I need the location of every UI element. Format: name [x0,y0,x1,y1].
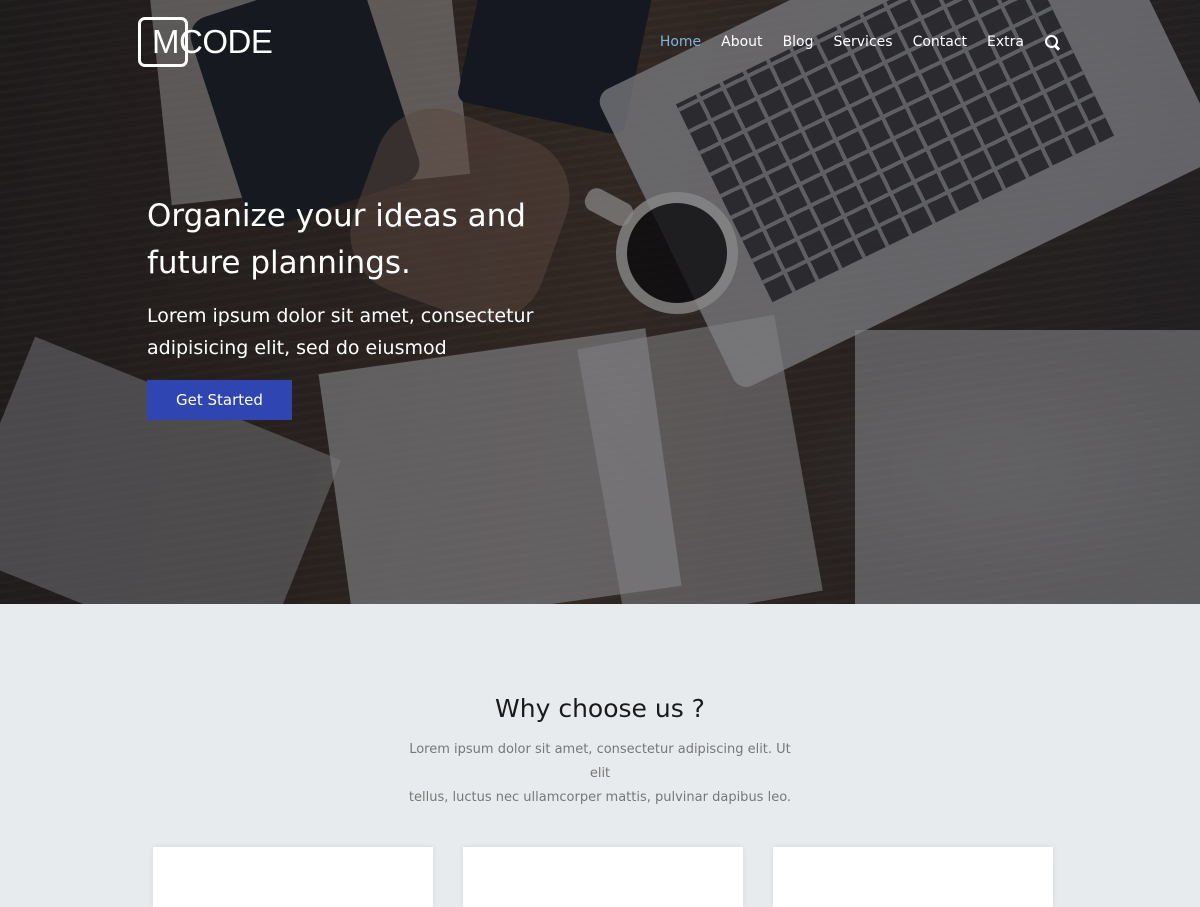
hero-title: Organize your ideas and future plannings… [147,193,667,287]
why-choose-us-section: Why choose us ? Lorem ipsum dolor sit am… [0,604,1200,907]
nav-item-about[interactable]: About [721,30,762,54]
section-description-line: Lorem ipsum dolor sit amet, consectetur … [409,742,791,781]
hero-subtitle: Lorem ipsum dolor sit amet, consectetur … [147,300,667,364]
brand-logo[interactable]: MCODE [138,17,273,67]
nav-item-services[interactable]: Services [834,30,893,54]
hero-section: MCODE Home About Blog Services Contact E… [0,0,1200,604]
get-started-button[interactable]: Get Started [147,380,292,420]
nav-item-contact[interactable]: Contact [913,30,967,54]
hero-content: Organize your ideas and future plannings… [147,193,667,420]
nav-item-extra[interactable]: Extra [987,30,1024,54]
section-description-line: tellus, luctus nec ullamcorper mattis, p… [408,790,792,805]
nav-item-home[interactable]: Home [660,30,701,54]
nav-item-blog[interactable]: Blog [783,30,814,54]
top-navigation: MCODE Home About Blog Services Contact E… [0,0,1200,84]
feature-card [773,847,1053,907]
main-menu: Home About Blog Services Contact Extra [660,30,1060,54]
section-title: Why choose us ? [495,694,705,723]
hero-subtitle-line: adipisicing elit, sed do eiusmod [147,337,447,359]
logo-text: MCODE [152,23,273,60]
hero-title-line: Organize your ideas and [147,198,526,234]
hero-subtitle-line: Lorem ipsum dolor sit amet, consectetur [147,305,534,327]
hero-title-line: future plannings. [147,245,411,281]
feature-card [463,847,743,907]
search-icon[interactable] [1044,34,1060,50]
section-description: Lorem ipsum dolor sit amet, consectetur … [400,738,800,810]
feature-card [153,847,433,907]
